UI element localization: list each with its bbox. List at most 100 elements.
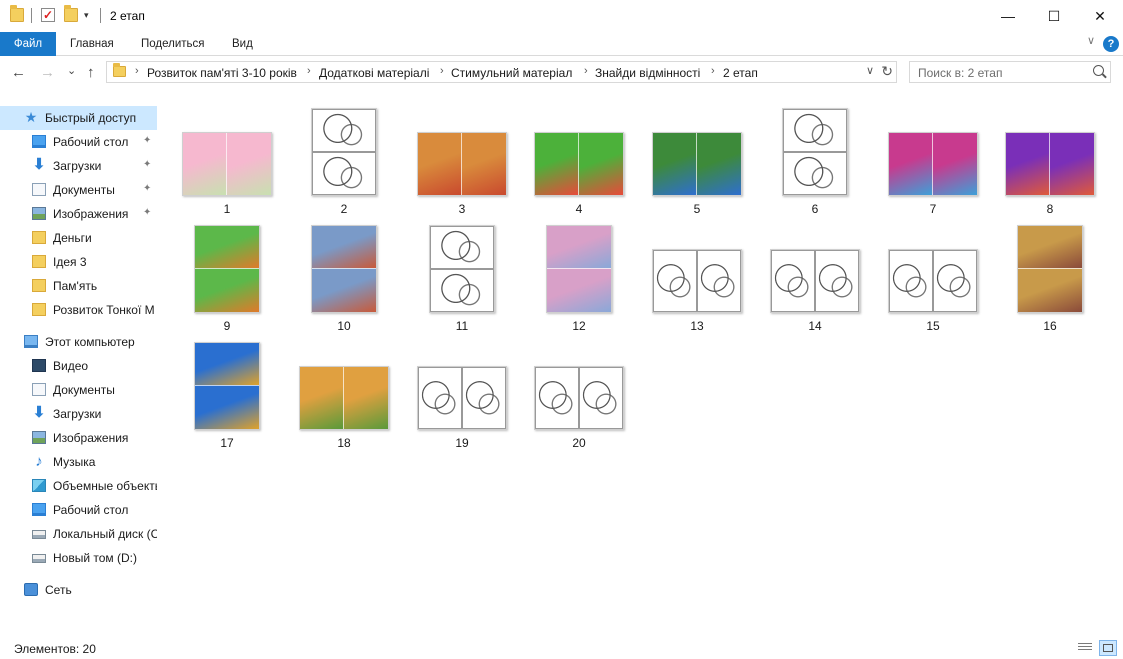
refresh-icon[interactable]: ↻ xyxy=(881,63,893,80)
pin-icon: ✦ xyxy=(143,159,152,170)
sidebar-item[interactable]: ⬇ Загрузки xyxy=(0,402,157,426)
file-item[interactable]: 4 xyxy=(522,102,636,217)
file-name: 14 xyxy=(808,319,822,333)
image-thumbnail xyxy=(546,225,612,313)
file-item[interactable]: 8 xyxy=(993,102,1107,217)
image-thumbnail xyxy=(888,249,978,313)
folder-icon xyxy=(10,5,24,22)
sidebar-item[interactable]: Новый том (D:) xyxy=(0,546,157,570)
recent-locations-button[interactable]: ⌄ xyxy=(67,63,76,79)
sidebar-item[interactable]: Документы xyxy=(0,378,157,402)
back-button[interactable]: ← xyxy=(11,65,26,81)
sidebar-item[interactable]: Розвиток Тонкої М xyxy=(0,298,157,322)
file-name: 13 xyxy=(690,319,704,333)
file-item[interactable]: 9 xyxy=(170,219,284,334)
tab-home[interactable]: Главная xyxy=(70,32,114,56)
picture-half xyxy=(783,109,847,152)
search-box[interactable]: Поиск в: 2 етап xyxy=(909,61,1111,83)
address-dropdown-icon[interactable]: ∨ xyxy=(866,64,874,77)
minimize-button[interactable]: — xyxy=(985,0,1031,32)
sidebar-item[interactable]: Деньги xyxy=(0,226,157,250)
sidebar-item[interactable]: Ідея 3 xyxy=(0,250,157,274)
sidebar-item[interactable]: Рабочий стол xyxy=(0,498,157,522)
image-thumbnail xyxy=(652,132,742,196)
large-icons-view-icon[interactable] xyxy=(1099,640,1117,656)
folder-icon xyxy=(32,279,46,292)
picture-half xyxy=(535,133,579,195)
image-thumbnail xyxy=(417,132,507,196)
file-item[interactable]: 3 xyxy=(405,102,519,217)
file-item[interactable]: 19 xyxy=(405,336,519,451)
sidebar-item-label: Изображения xyxy=(53,207,129,221)
expand-ribbon-icon[interactable]: ∨ xyxy=(1087,34,1095,47)
breadcrumb-item[interactable]: Стимульний матеріал xyxy=(451,66,572,80)
sidebar-item[interactable]: ♪ Музыка xyxy=(0,450,157,474)
details-view-icon[interactable] xyxy=(1077,640,1095,656)
file-item[interactable]: 20 xyxy=(522,336,636,451)
breadcrumb-item[interactable]: Розвиток пам'яті 3-10 років xyxy=(147,66,297,80)
maximize-button[interactable]: ☐ xyxy=(1031,0,1077,32)
file-view: 1 2 3 4 5 6 7 8 9 10 11 12 13 14 15 16 17 18 19 20 xyxy=(170,96,1110,631)
breadcrumb-item[interactable]: Додаткові матеріалі xyxy=(319,66,429,80)
up-button[interactable]: ↑ xyxy=(87,65,95,81)
breadcrumb-item-current[interactable]: 2 етап xyxy=(723,66,758,80)
new-folder-icon[interactable] xyxy=(64,5,78,22)
file-item[interactable]: 13 xyxy=(640,219,754,334)
sidebar-item[interactable]: ⬇ Загрузки ✦ xyxy=(0,154,157,178)
tab-view[interactable]: Вид xyxy=(232,32,253,56)
sidebar-item[interactable]: Объемные объекты xyxy=(0,474,157,498)
folder-icon xyxy=(32,231,46,244)
close-button[interactable]: ✕ xyxy=(1077,0,1123,32)
file-name: 18 xyxy=(337,436,351,450)
file-item[interactable]: 16 xyxy=(993,219,1107,334)
sidebar-item[interactable]: Изображения ✦ xyxy=(0,202,157,226)
file-item[interactable]: 12 xyxy=(522,219,636,334)
file-item[interactable]: 6 xyxy=(758,102,872,217)
picture-half xyxy=(933,250,977,312)
address-bar[interactable]: › Розвиток пам'яті 3-10 років › Додатков… xyxy=(106,61,897,83)
search-icon[interactable] xyxy=(1093,65,1104,76)
help-icon[interactable]: ? xyxy=(1103,36,1119,52)
picture-half xyxy=(889,250,933,312)
file-name: 20 xyxy=(572,436,586,450)
file-name: 8 xyxy=(1046,202,1054,216)
file-item[interactable]: 11 xyxy=(405,219,519,334)
sidebar-item[interactable]: Локальный диск (C xyxy=(0,522,157,546)
music-icon: ♪ xyxy=(35,453,43,470)
sidebar-item[interactable]: Пам'ять xyxy=(0,274,157,298)
tab-share[interactable]: Поделиться xyxy=(141,32,205,56)
folder-icon xyxy=(32,255,46,268)
tab-file[interactable]: Файл xyxy=(0,32,56,56)
file-item[interactable]: 10 xyxy=(287,219,401,334)
navigation-pane: ★ Быстрый доступ Рабочий стол ✦ ⬇ Загрузки ✦ До… xyxy=(0,96,157,631)
ribbon-tabs: Файл Главная Поделиться Вид ∨ ? xyxy=(0,32,1123,56)
file-item[interactable]: 7 xyxy=(876,102,990,217)
picture-half xyxy=(547,269,611,312)
file-item[interactable]: 15 xyxy=(876,219,990,334)
file-name: 15 xyxy=(926,319,940,333)
properties-icon[interactable]: ✓ xyxy=(41,8,55,22)
sidebar-item-label: Новый том (D:) xyxy=(53,551,137,565)
sidebar-item[interactable]: Документы ✦ xyxy=(0,178,157,202)
sidebar-item[interactable]: ★ Быстрый доступ xyxy=(0,106,157,130)
file-name: 10 xyxy=(337,319,351,333)
customize-toolbar-icon[interactable]: ▾ xyxy=(84,8,98,22)
sidebar-item[interactable]: Рабочий стол ✦ xyxy=(0,130,157,154)
picture-half xyxy=(418,367,462,429)
breadcrumb-item[interactable]: Знайди відмінності xyxy=(595,66,700,80)
file-item[interactable]: 17 xyxy=(170,336,284,451)
file-item[interactable]: 18 xyxy=(287,336,401,451)
file-item[interactable]: 2 xyxy=(287,102,401,217)
forward-button[interactable]: → xyxy=(40,65,55,81)
file-item[interactable]: 5 xyxy=(640,102,754,217)
file-item[interactable]: 1 xyxy=(170,102,284,217)
sidebar-item[interactable]: Этот компьютер xyxy=(0,330,157,354)
sidebar-item[interactable]: Видео xyxy=(0,354,157,378)
3d-objects-icon xyxy=(32,479,46,492)
sidebar-item[interactable]: Изображения xyxy=(0,426,157,450)
file-item[interactable]: 14 xyxy=(758,219,872,334)
local-disk-icon xyxy=(32,530,46,539)
picture-half xyxy=(462,367,506,429)
title-bar: ✓ ▾ 2 етап — ☐ ✕ xyxy=(0,0,1123,32)
sidebar-item[interactable]: Сеть xyxy=(0,578,157,602)
